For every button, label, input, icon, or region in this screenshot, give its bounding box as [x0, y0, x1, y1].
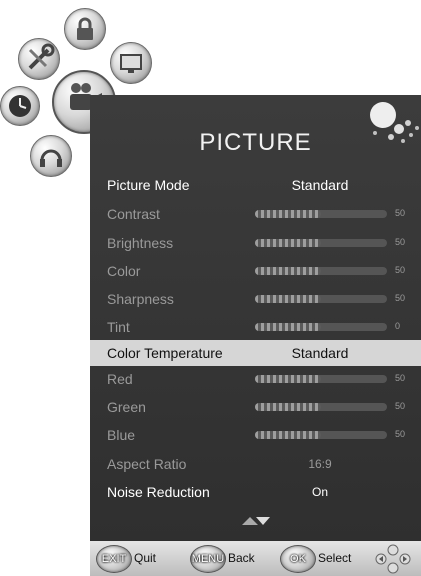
red-value: 50: [395, 373, 406, 383]
screen-icon[interactable]: [110, 42, 152, 84]
ok-key-icon: OK: [280, 545, 316, 573]
tint-value: 0: [395, 321, 401, 331]
sharpness-slider[interactable]: [255, 295, 387, 303]
green-label: Green: [107, 399, 146, 415]
aspect-ratio-row[interactable]: Aspect Ratio 16:9: [90, 452, 421, 476]
blue-label: Blue: [107, 427, 136, 443]
red-slider[interactable]: [255, 375, 387, 383]
aspect-ratio-label: Aspect Ratio: [107, 456, 187, 472]
brightness-row[interactable]: Brightness 50: [90, 231, 421, 255]
brightness-value: 50: [395, 237, 406, 247]
color-temperature-row[interactable]: Color Temperature Standard: [90, 340, 421, 366]
color-temperature-value: Standard: [291, 345, 349, 361]
red-label: Red: [107, 371, 133, 387]
blue-slider[interactable]: [255, 431, 387, 439]
contrast-label: Contrast: [107, 206, 160, 222]
brightness-label: Brightness: [107, 235, 174, 251]
navigation-dpad-icon: [375, 544, 411, 574]
noise-reduction-value: On: [311, 485, 328, 499]
exit-quit-label: Quit: [134, 551, 157, 565]
contrast-row[interactable]: Contrast 50: [90, 202, 421, 226]
lock-icon[interactable]: [64, 8, 106, 50]
green-row[interactable]: Green 50: [90, 395, 421, 419]
color-value: 50: [395, 265, 406, 275]
picture-mode-row[interactable]: Picture Mode Standard: [90, 173, 421, 197]
green-slider[interactable]: [255, 403, 387, 411]
aspect-ratio-value: 16:9: [308, 457, 332, 471]
brightness-slider[interactable]: [255, 239, 387, 247]
sharpness-value: 50: [395, 293, 406, 303]
sharpness-row[interactable]: Sharpness 50: [90, 287, 421, 311]
color-label: Color: [107, 263, 141, 279]
sharpness-label: Sharpness: [107, 291, 174, 307]
tint-label: Tint: [107, 319, 130, 335]
noise-reduction-row[interactable]: Noise Reduction On: [90, 480, 421, 504]
contrast-slider[interactable]: [255, 210, 387, 218]
picture-mode-label: Picture Mode: [107, 177, 190, 193]
color-slider[interactable]: [255, 267, 387, 275]
audio-icon[interactable]: [30, 135, 72, 177]
color-row[interactable]: Color 50: [90, 259, 421, 283]
color-temperature-label: Color Temperature: [107, 345, 223, 361]
exit-key-icon: EXIT: [96, 545, 132, 573]
noise-reduction-label: Noise Reduction: [107, 484, 210, 500]
red-row[interactable]: Red 50: [90, 367, 421, 391]
footer-bar: EXIT Quit MENU Back OK Select: [90, 541, 421, 576]
picture-mode-value: Standard: [291, 177, 349, 193]
clock-icon[interactable]: [0, 86, 40, 126]
blue-value: 50: [395, 429, 406, 439]
menu-back-label: Back: [228, 551, 255, 565]
menu-key-icon: MENU: [190, 545, 226, 573]
tint-row[interactable]: Tint 0: [90, 315, 421, 339]
picture-menu-panel: PICTURE Picture Mode Standard Contrast 5…: [90, 95, 421, 541]
green-value: 50: [395, 401, 406, 411]
contrast-value: 50: [395, 208, 406, 218]
tint-slider[interactable]: [255, 323, 387, 331]
ok-select-label: Select: [318, 551, 352, 565]
scroll-arrows-icon[interactable]: [240, 515, 272, 527]
blue-row[interactable]: Blue 50: [90, 423, 421, 447]
panel-title: PICTURE: [199, 129, 312, 156]
